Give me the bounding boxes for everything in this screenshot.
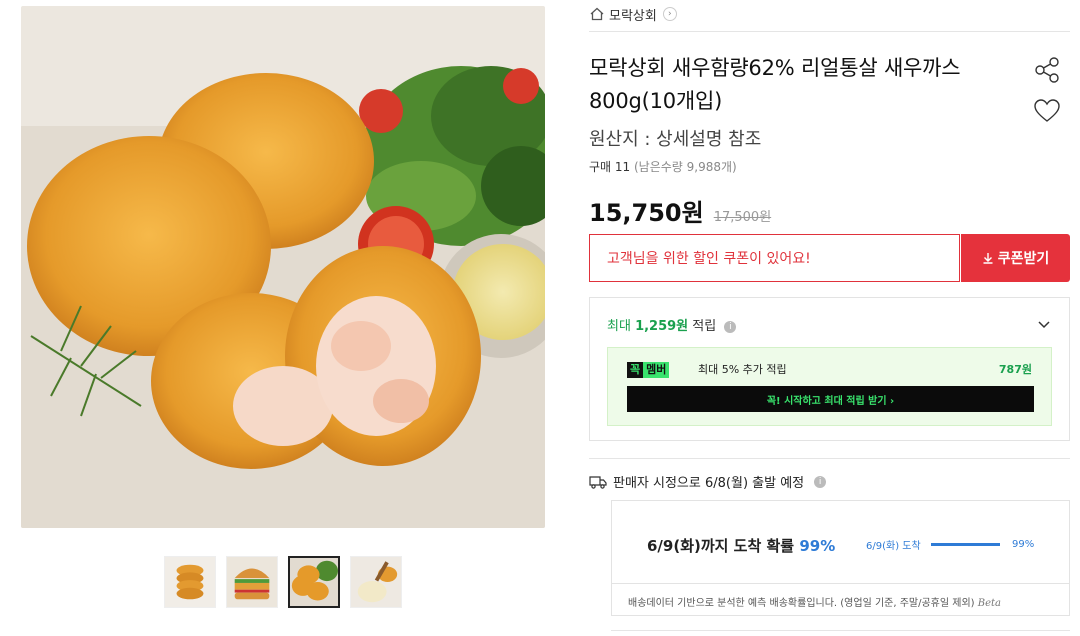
member-badge-m: 멤버 — [643, 362, 670, 378]
thumbnail-burger[interactable] — [226, 556, 278, 608]
coupon-message-text: 고객님을 위한 할인 쿠폰이 있어요! — [607, 251, 811, 267]
sale-price: 15,750원 — [589, 199, 704, 227]
shipping-headline: 판매자 시정으로 6/8(월) 출발 예정 — [613, 476, 805, 491]
delivery-prediction-upper: 6/9(화)까지 도착 확률 99% 6/9(화) 도착 99% — [612, 501, 1069, 584]
member-benefit-box: 꼭 멤버 최대 5% 추가 적립 787원 꼭! 시작하고 최대 적립 받기 › — [607, 347, 1052, 426]
reward-prefix: 최대 — [607, 319, 631, 334]
remaining-stock: (남은수량 9,988개) — [634, 160, 737, 174]
origin-info: 원산지 : 상세설명 참조 — [589, 129, 762, 150]
arrival-chart-date: 6/9(화) 도착 — [866, 541, 921, 552]
reward-title[interactable]: 최대 1,259원 적립 i — [607, 315, 737, 334]
probability-bar-percent: 99% — [1011, 539, 1035, 550]
thumbnail-stacked-cutlets[interactable] — [164, 556, 216, 608]
coupon-button-label: 쿠폰받기 — [997, 251, 1050, 267]
arrival-percent: 99% — [799, 537, 836, 555]
member-benefit-amount: 787원 — [998, 363, 1032, 376]
divider — [611, 630, 1070, 631]
delivery-note: 배송데이터 기반으로 분석한 예측 배송확률입니다. (영업일 기준, 주말/공… — [628, 594, 1001, 609]
main-product-image — [21, 6, 545, 528]
delivery-prediction-box: 6/9(화)까지 도착 확률 99% 6/9(화) 도착 99% 배송데이터 기… — [611, 500, 1070, 616]
reward-amount: 1,259원 — [635, 319, 689, 334]
reward-panel: 최대 1,259원 적립 i 꼭 멤버 최대 5% 추가 적립 787원 꼭! … — [589, 297, 1070, 441]
divider — [589, 31, 1070, 32]
beta-label: Beta — [977, 598, 1001, 609]
member-join-button[interactable]: 꼭! 시작하고 최대 적립 받기 › — [627, 386, 1034, 412]
member-badge-k: 꼭 — [627, 362, 644, 378]
buy-label: 구매 11 — [589, 160, 631, 174]
thumbnail-sauce-dip[interactable] — [350, 556, 402, 608]
arrival-probability: 6/9(화)까지 도착 확률 99% — [647, 535, 835, 556]
reward-suffix: 적립 — [692, 319, 717, 334]
info-icon[interactable]: i — [724, 320, 737, 333]
shipping-info: 판매자 시정으로 6/8(월) 출발 예정 i — [589, 472, 827, 491]
heart-icon[interactable] — [1032, 96, 1062, 126]
chevron-down-icon[interactable] — [1037, 316, 1051, 330]
truck-icon — [589, 475, 607, 489]
price-row: 15,750원 17,500원 — [589, 193, 771, 228]
coupon-message: 고객님을 위한 할인 쿠폰이 있어요! — [589, 234, 960, 282]
breadcrumb[interactable]: 모락상회 › — [589, 4, 677, 24]
probability-bar — [930, 543, 1000, 546]
download-icon — [983, 253, 993, 264]
purchase-count: 구매 11 (남은수량 9,988개) — [589, 158, 737, 175]
thumbnail-cutlets-salad[interactable] — [288, 556, 340, 608]
info-icon[interactable]: i — [814, 475, 827, 488]
member-badge: 꼭 멤버 — [627, 362, 670, 378]
home-icon — [589, 6, 605, 22]
share-icon[interactable] — [1032, 55, 1062, 85]
arrival-date-text: 6/9(화)까지 도착 확률 — [647, 537, 795, 555]
member-benefit-text: 최대 5% 추가 적립 — [698, 363, 787, 376]
thumbnail-strip — [164, 556, 402, 608]
delivery-note-text: 배송데이터 기반으로 분석한 예측 배송확률입니다. (영업일 기준, 주말/공… — [628, 598, 975, 609]
divider — [589, 458, 1070, 459]
download-coupon-button[interactable]: 쿠폰받기 — [961, 234, 1070, 282]
arrival-chart: 6/9(화) 도착 99% — [866, 537, 1034, 552]
product-title: 모락상회 새우함량62% 리얼통살 새우까스 800g(10개입) — [589, 56, 961, 113]
original-price: 17,500원 — [713, 210, 772, 225]
chevron-right-icon: › — [662, 7, 677, 21]
brand-name[interactable]: 모락상회 — [609, 5, 657, 24]
